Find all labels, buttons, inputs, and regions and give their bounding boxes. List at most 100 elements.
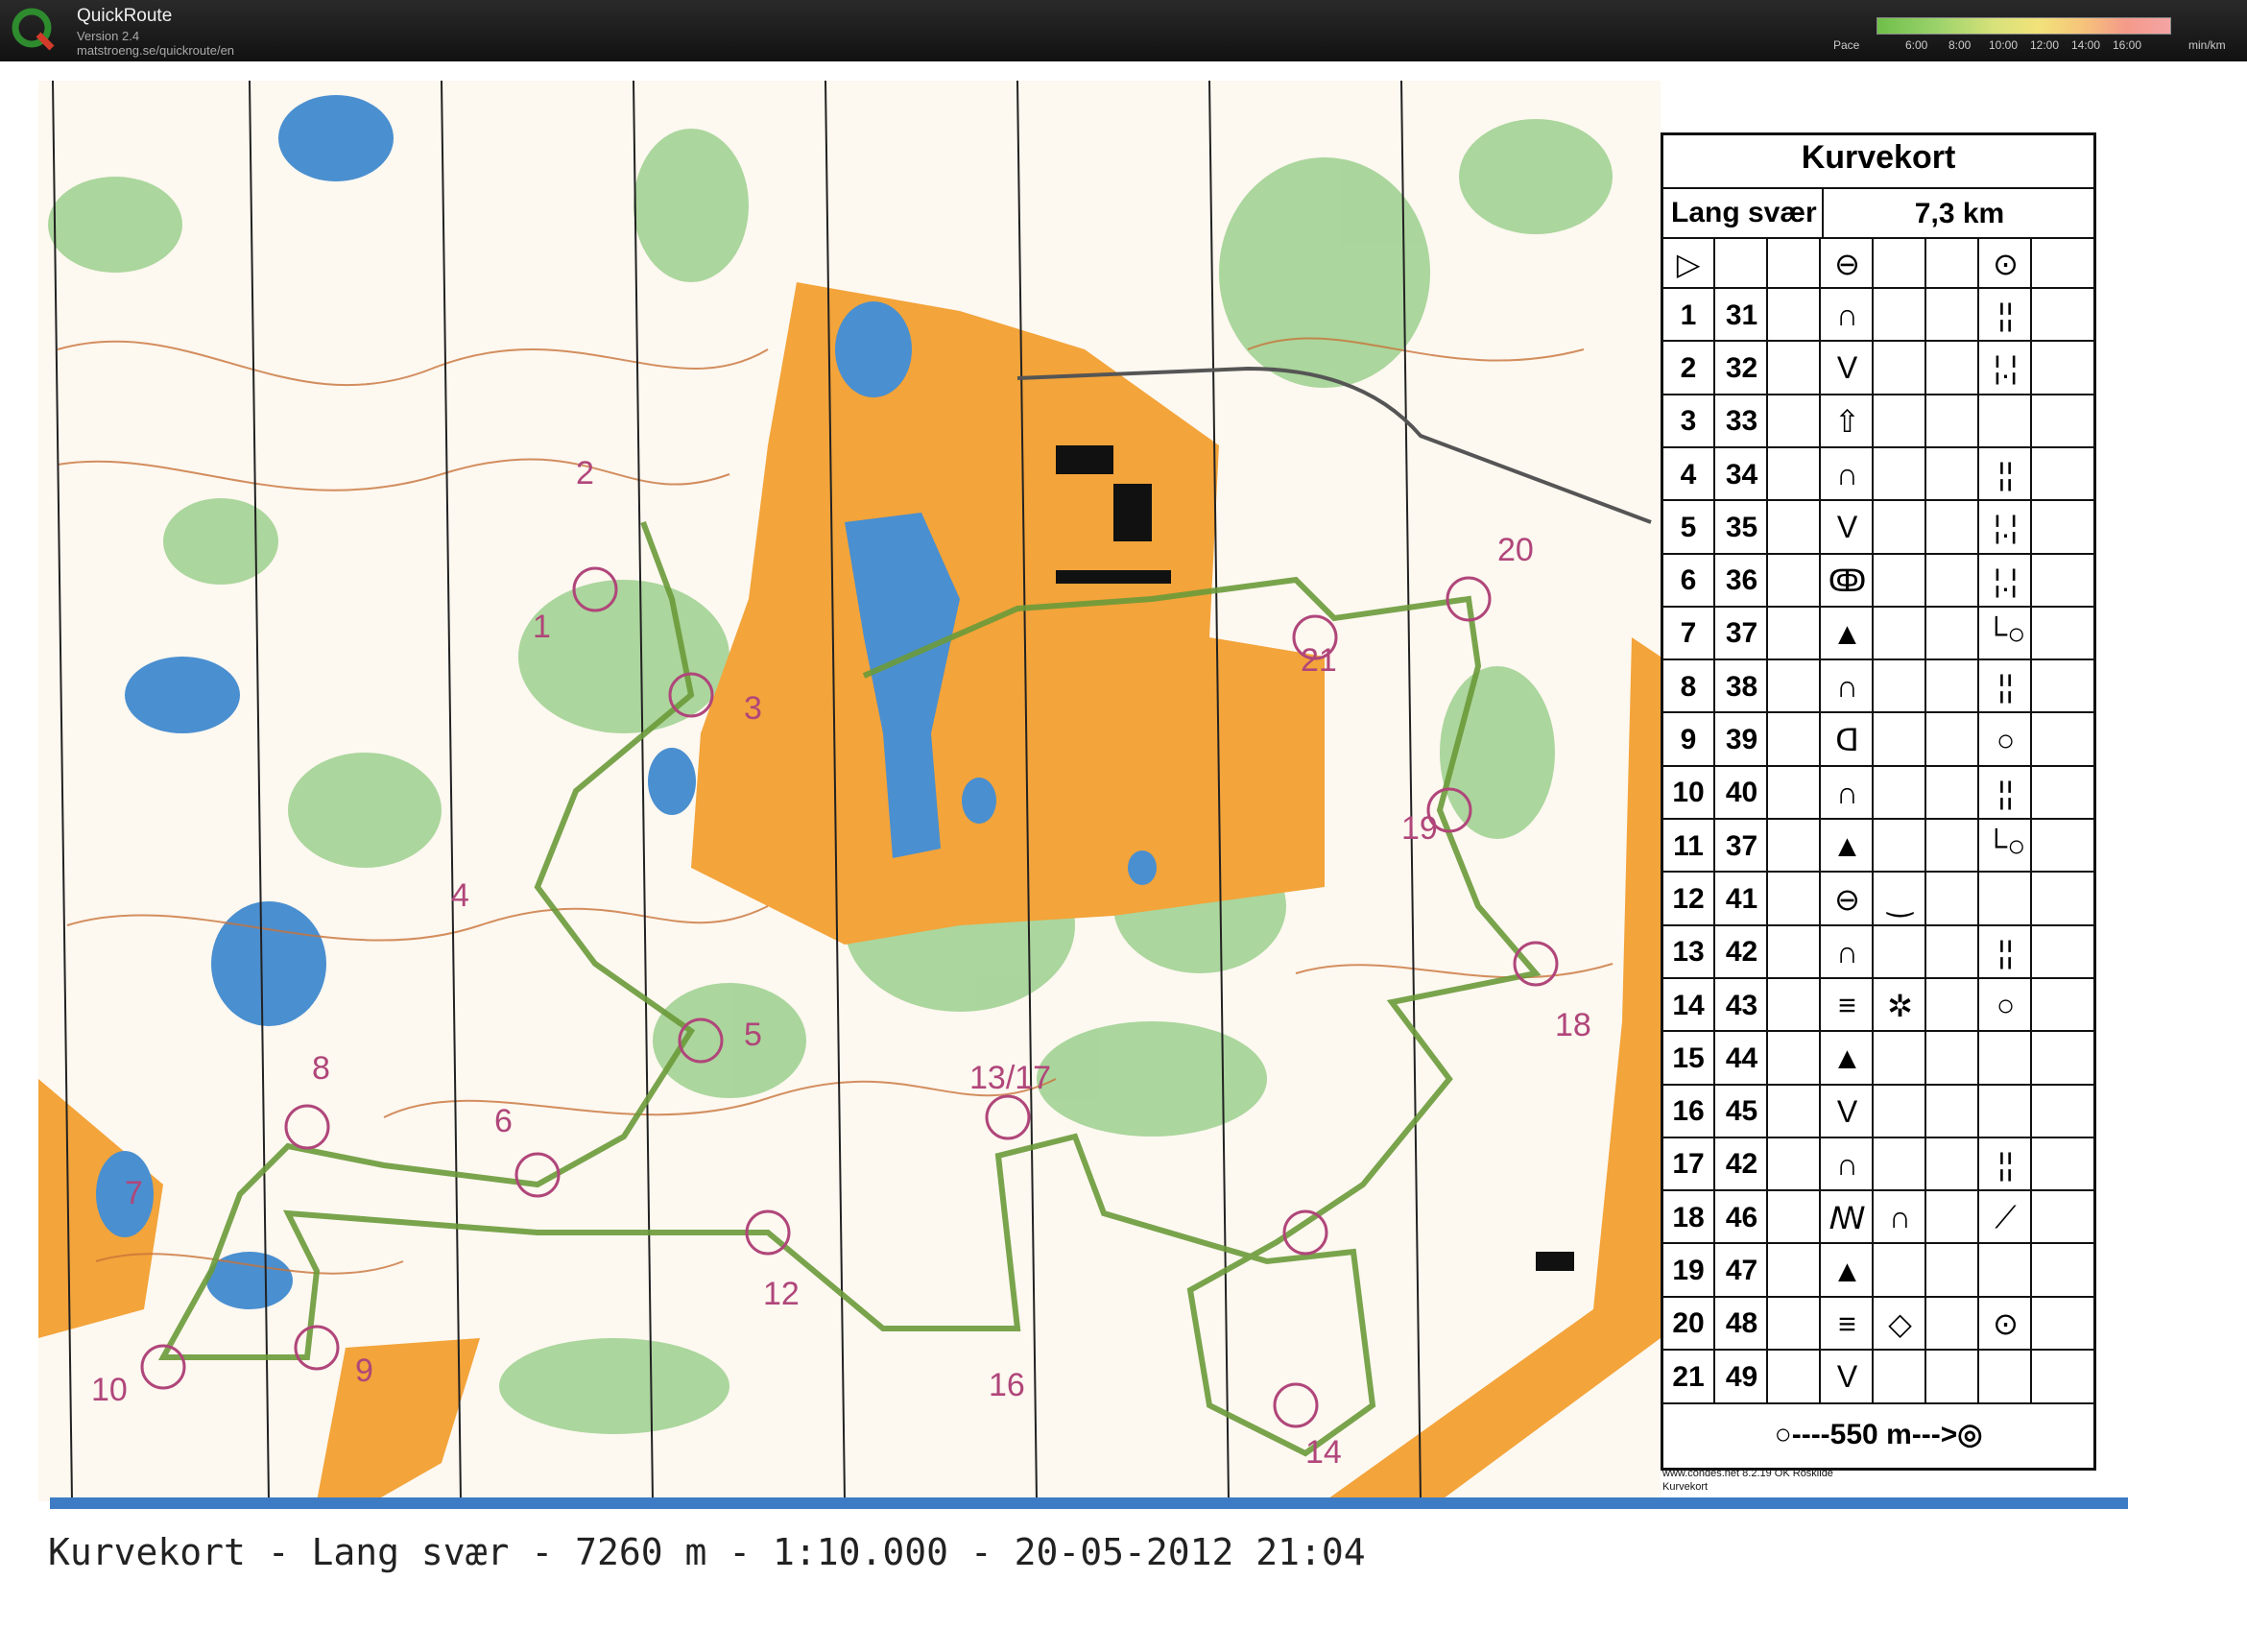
control-row: 1 31 ∩ ¦¦ [1663,287,2093,343]
empty-cell [2030,925,2095,979]
control-code: 36 [1713,554,1768,608]
control-row: 5 35 V ¦.¦ [1663,499,2095,555]
detail-icon [1872,766,1926,820]
footer-divider [50,1497,2128,1509]
map-caption: Kurvekort - Lang svær - 7260 m - 1:10.00… [48,1531,1366,1573]
control-number: 10 [1672,777,1705,809]
empty-cell [1924,1351,1979,1404]
empty-cell [1924,395,1979,448]
empty-cell [2030,978,2095,1033]
detail-icon: ∩ [1872,1191,1926,1245]
empty-cell [2030,501,2095,555]
control-row: 8 38 ∩ ¦¦ [1663,658,2095,714]
feature-icon: ≡ [1819,978,1874,1033]
feature-icon: V [1819,501,1874,555]
control-label: 21 [1301,642,1337,679]
empty-cell [1766,978,1821,1033]
control-label: 19 [1401,810,1438,847]
empty-cell [2030,873,2095,926]
empty-cell [1766,554,1821,608]
empty-cell [1713,239,1768,289]
control-code: 48 [1713,1297,1768,1351]
feature-icon: ≡ [1819,1297,1874,1351]
pace-tick: 14:00 [2071,38,2101,52]
control-number: 18 [1672,1201,1705,1233]
detail-icon [1872,925,1926,979]
control-code: 35 [1713,501,1768,555]
detail-icon [1872,660,1926,714]
detail-icon: ‿ [1872,873,1926,926]
control-row: 20 48 ≡ ◇ ⊙ [1663,1295,2093,1351]
empty-cell [1766,1191,1821,1245]
control-code: 44 [1713,1032,1768,1086]
feature-icon: ▲ [1819,1032,1874,1086]
control-code: 41 [1713,873,1768,926]
location-icon: ¦¦ [1977,1137,2032,1192]
location-icon: └○ [1977,607,2032,661]
empty-cell [2030,1137,2095,1192]
control-number: 12 [1672,882,1705,915]
empty-cell [2030,1032,2095,1086]
location-icon: ⟋ [1977,1191,2032,1245]
control-number: 4 [1680,458,1697,491]
control-label: 1 [533,609,551,645]
empty-cell [1766,713,1821,767]
feature-icon: ▲ [1819,1244,1874,1298]
control-number: 7 [1680,617,1697,650]
feature-icon: V [1819,342,1874,395]
empty-cell [2030,1351,2095,1404]
detail-icon [1872,1244,1926,1298]
control-code: 37 [1713,820,1768,874]
control-code: 32 [1713,342,1768,395]
detail-icon [1872,1351,1926,1404]
empty-cell [1766,1032,1821,1086]
control-label: 10 [91,1372,128,1408]
pace-color-scale [1876,17,2171,35]
app-version: Version 2.4 [77,29,140,43]
detail-icon [1872,447,1926,502]
control-row: 21 49 V [1663,1349,2095,1404]
empty-cell [1766,1297,1821,1351]
location-icon [1977,395,2032,448]
empty-cell [1924,239,1979,289]
control-number: 19 [1672,1255,1705,1287]
app-header: QuickRoute Version 2.4 matstroeng.se/qui… [0,0,2247,61]
control-label: 2 [576,455,594,491]
control-code: 39 [1713,713,1768,767]
empty-cell [1872,239,1926,289]
feature-icon: ▲ [1819,607,1874,661]
control-row: 18 46 ꟿ ∩ ⟋ [1663,1189,2093,1245]
control-row: 2 32 V ¦.¦ [1663,340,2093,395]
app-url[interactable]: matstroeng.se/quickroute/en [77,43,234,58]
feature-icon: V [1819,1351,1874,1404]
detail-icon [1872,1085,1926,1138]
detail-icon [1872,1032,1926,1086]
empty-cell [1766,925,1821,979]
pace-unit: min/km [2188,38,2226,52]
empty-cell [1924,554,1979,608]
pace-label: Pace [1833,38,1860,52]
empty-cell [1766,1085,1821,1138]
control-row: 9 39 ᗡ ○ [1663,711,2093,767]
description-title: Kurvekort [1801,139,1956,176]
empty-cell [2030,660,2095,714]
location-icon: ○ [1977,713,2032,767]
empty-cell [2030,447,2095,502]
control-number: 9 [1680,724,1697,756]
pace-tick: 10:00 [1989,38,2019,52]
control-number: 16 [1672,1095,1705,1128]
control-number: 1 [1680,299,1697,331]
control-row: 16 45 V [1663,1083,2093,1138]
control-row: 17 42 ∩ ¦¦ [1663,1136,2095,1192]
control-row: 6 36 ↂ ¦.¦ [1663,552,2093,608]
control-number: 20 [1672,1307,1705,1340]
empty-cell [1924,978,1979,1033]
quickroute-logo-icon [12,8,55,51]
control-row: 13 42 ∩ ¦¦ [1663,923,2095,979]
location-icon: ¦¦ [1977,660,2032,714]
empty-cell [1766,289,1821,343]
empty-cell [1766,1244,1821,1298]
location-icon: ⊙ [1977,1297,2032,1351]
pace-tick: 6:00 [1905,38,1928,52]
empty-cell [1924,1032,1979,1086]
